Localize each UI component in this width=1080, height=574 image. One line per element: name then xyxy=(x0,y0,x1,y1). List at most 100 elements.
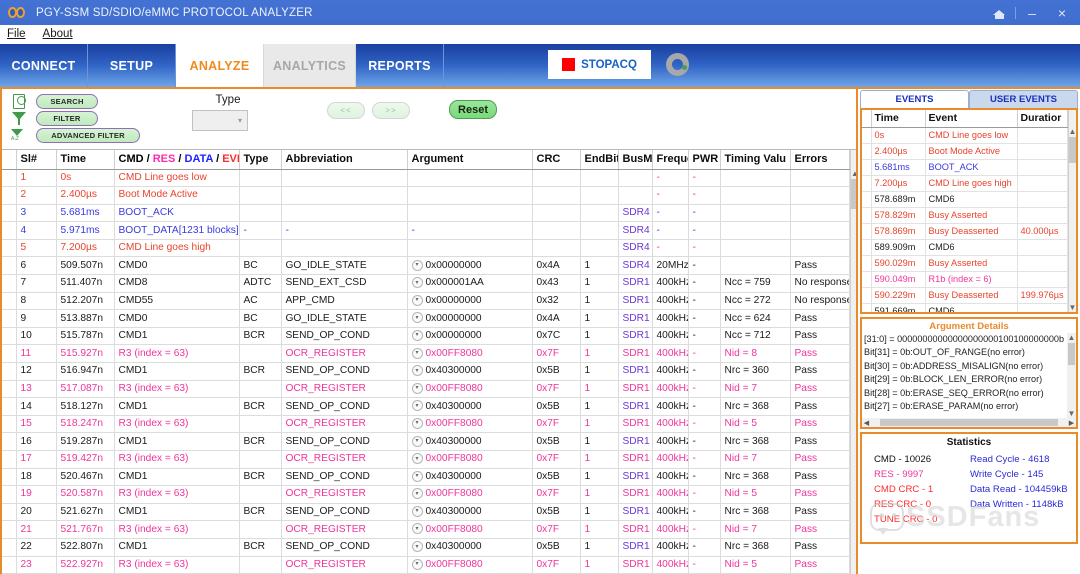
tab-events[interactable]: EVENTS xyxy=(860,90,969,108)
argument-hscroll-thumb[interactable] xyxy=(880,419,1058,426)
table-row[interactable]: 7 511.407n CMD8 ADTC SEND_EXT_CSD ▾ 0x000001AA… xyxy=(2,274,850,293)
events-row[interactable]: 7.200µs CMD Line goes high xyxy=(862,175,1068,192)
table-row[interactable]: 5 7.200µs CMD Line goes high SDR4- - xyxy=(2,239,850,258)
close-button[interactable]: × xyxy=(1048,1,1076,24)
minimize-button[interactable]: – xyxy=(1018,1,1046,24)
header-crc[interactable]: CRC xyxy=(532,150,581,170)
table-row[interactable]: 10 515.787n CMD1 BCR SEND_OP_COND ▾ 0x00000000… xyxy=(2,327,850,346)
table-row[interactable]: 18 520.467n CMD1 BCR SEND_OP_COND ▾ 0x40300000… xyxy=(2,468,850,487)
argument-expand-icon[interactable]: ▾ xyxy=(411,470,423,482)
header-busmode[interactable]: BusMo xyxy=(618,150,653,170)
header-frequency[interactable]: Freque xyxy=(652,150,689,170)
argument-expand-icon[interactable]: ▾ xyxy=(411,294,423,306)
argument-scroll-up-icon[interactable]: ▲ xyxy=(1068,333,1076,342)
header-argument[interactable]: Argument xyxy=(407,150,533,170)
table-row[interactable]: 3 5.681ms BOOT_ACK SDR4- - xyxy=(2,204,850,223)
document-search-icon[interactable] xyxy=(13,94,26,109)
reset-button[interactable]: Reset xyxy=(449,100,497,119)
argument-expand-icon[interactable]: ▾ xyxy=(411,541,423,553)
events-header-time[interactable]: Time xyxy=(871,110,926,128)
menu-item-file[interactable]: File xyxy=(7,28,26,40)
table-row[interactable]: 9 513.887n CMD0 BC GO_IDLE_STATE ▾ 0x00000000 0… xyxy=(2,309,850,328)
events-scroll-down-icon[interactable]: ▼ xyxy=(1069,303,1076,312)
argument-expand-icon[interactable]: ▾ xyxy=(411,400,423,412)
funnel-icon[interactable] xyxy=(11,111,27,127)
prev-button[interactable]: << xyxy=(327,102,365,119)
argument-scroll-left-icon[interactable]: ◀ xyxy=(862,419,871,427)
events-row[interactable]: 578.869m Busy Deasserted 40.000µs xyxy=(862,223,1068,240)
events-row[interactable]: 591.669m CMD6 xyxy=(862,303,1068,312)
table-row[interactable]: 22 522.807n CMD1 BCR SEND_OP_COND ▾ 0x40300000… xyxy=(2,538,850,557)
tab-connect[interactable]: CONNECT xyxy=(0,44,88,87)
table-row[interactable]: 17 519.427n R3 (index = 63) OCR_REGISTER ▾ 0x… xyxy=(2,450,850,469)
events-row[interactable]: 590.029m Busy Asserted xyxy=(862,255,1068,272)
events-scrollbar[interactable]: ▲ ▼ xyxy=(1067,110,1076,312)
table-row[interactable]: 19 520.587n R3 (index = 63) OCR_REGISTER ▾ 0x… xyxy=(2,485,850,504)
search-button[interactable]: SEARCH xyxy=(36,94,98,109)
events-row[interactable]: 0s CMD Line goes low xyxy=(862,127,1068,144)
table-row[interactable]: 21 521.767n R3 (index = 63) OCR_REGISTER ▾ 0x… xyxy=(2,520,850,539)
tab-user-events[interactable]: USER EVENTS xyxy=(969,90,1078,108)
table-row[interactable]: 2 2.400µs Boot Mode Active - - xyxy=(2,186,850,205)
table-row[interactable]: 8 512.207n CMD55 AC APP_CMD ▾ 0x00000000 0x32 1 S… xyxy=(2,292,850,311)
events-scroll-thumb[interactable] xyxy=(1068,137,1076,163)
scroll-up-icon[interactable]: ▲ xyxy=(851,169,856,178)
argument-expand-icon[interactable]: ▾ xyxy=(411,277,423,289)
events-row[interactable]: 589.909m CMD6 xyxy=(862,239,1068,256)
events-row[interactable]: 578.829m Busy Asserted xyxy=(862,207,1068,224)
argument-scroll-thumb[interactable] xyxy=(1068,343,1075,365)
filter-button[interactable]: FILTER xyxy=(36,111,98,126)
argument-horizontal-scrollbar[interactable]: ◀ ▶ xyxy=(862,418,1076,427)
argument-vertical-scrollbar[interactable]: ▲ ▼ xyxy=(1067,333,1076,418)
stop-acquisition-button[interactable]: STOPACQ xyxy=(548,50,651,79)
header-endbit[interactable]: EndBit xyxy=(580,150,619,170)
argument-expand-icon[interactable]: ▾ xyxy=(411,382,423,394)
next-button[interactable]: >> xyxy=(372,102,410,119)
header-errors[interactable]: Errors xyxy=(790,150,850,170)
argument-expand-icon[interactable]: ▾ xyxy=(411,365,423,377)
tab-reports[interactable]: REPORTS xyxy=(356,44,444,87)
table-row[interactable]: 4 5.971ms BOOT_DATA[1231 blocks] - - - SDR4- - xyxy=(2,221,850,240)
table-row[interactable]: 13 517.087n R3 (index = 63) OCR_REGISTER ▾ 0x… xyxy=(2,380,850,399)
protocol-table-scrollbar[interactable]: ▲ ▼ xyxy=(849,150,856,574)
table-row[interactable]: 20 521.627n CMD1 BCR SEND_OP_COND ▾ 0x40300000… xyxy=(2,503,850,522)
tab-setup[interactable]: SETUP xyxy=(88,44,176,87)
argument-expand-icon[interactable]: ▾ xyxy=(411,435,423,447)
table-row[interactable]: 1 0s CMD Line goes low - - xyxy=(2,169,850,188)
events-row[interactable]: 5.681ms BOOT_ACK xyxy=(862,159,1068,176)
header-time[interactable]: Time xyxy=(56,150,115,170)
table-row[interactable]: 6 509.507n CMD0 BC GO_IDLE_STATE ▾ 0x00000000 0… xyxy=(2,256,850,276)
table-row[interactable]: 16 519.287n CMD1 BCR SEND_OP_COND ▾ 0x40300000… xyxy=(2,432,850,451)
argument-expand-icon[interactable]: ▾ xyxy=(411,259,423,271)
argument-expand-icon[interactable]: ▾ xyxy=(411,558,423,570)
home-icon[interactable] xyxy=(985,1,1013,24)
argument-expand-icon[interactable]: ▾ xyxy=(411,312,423,324)
tab-analyze[interactable]: ANALYZE xyxy=(176,44,264,87)
events-header-duration[interactable]: Duratior xyxy=(1017,110,1068,128)
type-select[interactable]: ▾ xyxy=(192,110,248,131)
table-row[interactable]: 15 518.247n R3 (index = 63) OCR_REGISTER ▾ 0x… xyxy=(2,415,850,434)
table-row[interactable]: 12 516.947n CMD1 BCR SEND_OP_COND ▾ 0x40300000… xyxy=(2,362,850,381)
events-row[interactable]: 590.049m R1b (index = 6) xyxy=(862,271,1068,288)
argument-expand-icon[interactable]: ▾ xyxy=(411,417,423,429)
events-header-event[interactable]: Event xyxy=(925,110,1018,128)
argument-expand-icon[interactable]: ▾ xyxy=(411,347,423,359)
scroll-thumb[interactable] xyxy=(850,179,856,209)
argument-expand-icon[interactable]: ▾ xyxy=(411,453,423,465)
argument-expand-icon[interactable]: ▾ xyxy=(411,505,423,517)
sort-funnel-icon[interactable] xyxy=(11,129,27,145)
argument-expand-icon[interactable]: ▾ xyxy=(411,523,423,535)
header-power-state[interactable]: PWR S xyxy=(688,150,721,170)
advanced-filter-button[interactable]: ADVANCED FILTER xyxy=(36,128,140,143)
table-row[interactable]: 14 518.127n CMD1 BCR SEND_OP_COND ▾ 0x40300000… xyxy=(2,397,850,416)
header-type[interactable]: Type xyxy=(239,150,282,170)
argument-scroll-down-icon[interactable]: ▼ xyxy=(1068,409,1076,418)
header-abbreviation[interactable]: Abbreviation xyxy=(281,150,408,170)
events-row[interactable]: 2.400µs Boot Mode Active xyxy=(862,143,1068,160)
events-row[interactable]: 590.229m Busy Deasserted 199.976µs xyxy=(862,287,1068,304)
argument-expand-icon[interactable]: ▾ xyxy=(411,329,423,341)
table-row[interactable]: 11 515.927n R3 (index = 63) OCR_REGISTER ▾ 0x… xyxy=(2,344,850,364)
argument-expand-icon[interactable]: ▾ xyxy=(411,488,423,500)
events-scroll-up-icon[interactable]: ▲ xyxy=(1069,127,1076,136)
header-cmd-res-data-event[interactable]: CMD / RES / DATA / EVEN xyxy=(114,150,240,170)
